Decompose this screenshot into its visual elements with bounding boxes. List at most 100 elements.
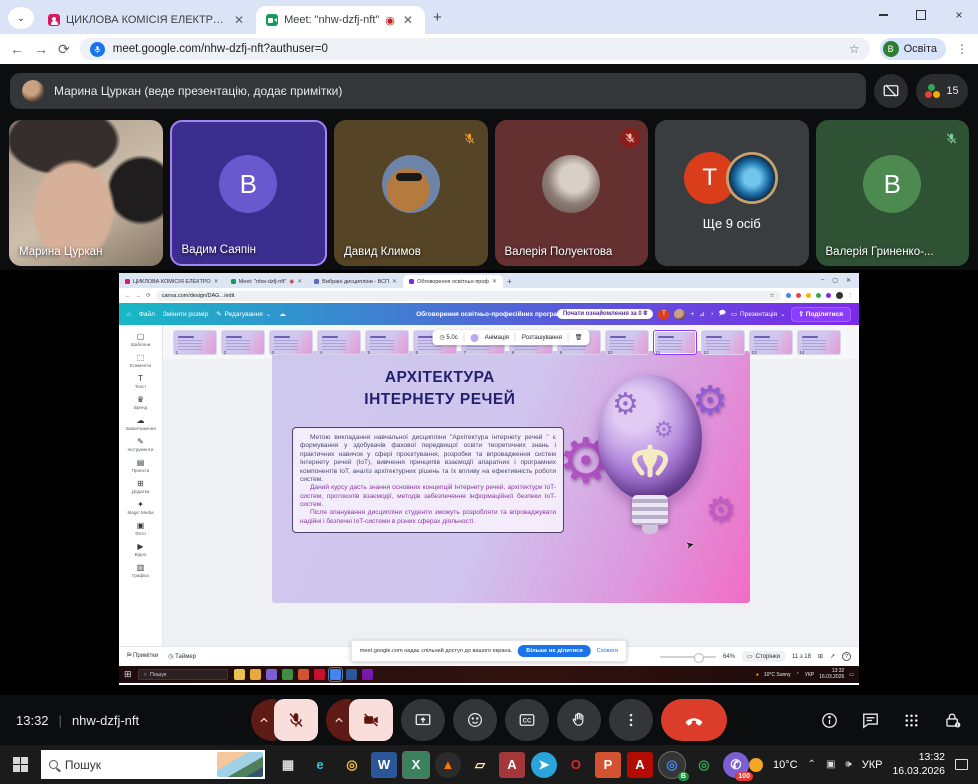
color-swatch[interactable]	[471, 334, 479, 342]
bookmark-star-icon[interactable]: ☆	[849, 42, 860, 56]
taskbar-search-input[interactable]: Пошук	[41, 750, 265, 779]
filmstrip-thumb-5[interactable]: 5	[365, 330, 409, 355]
display-icon[interactable]: ▣	[826, 759, 835, 770]
taskbar-clock[interactable]: 13:3216.03.2026	[892, 751, 945, 777]
extension-icon[interactable]	[786, 293, 791, 298]
inner-taskbar-app-onenote[interactable]	[362, 669, 373, 680]
canva-sidebar-item-0[interactable]: ▢Шаблони	[119, 329, 162, 349]
help-icon[interactable]: ?	[842, 652, 851, 661]
window-close-button[interactable]: ×	[940, 0, 978, 30]
filmstrip-thumb-2[interactable]: 2	[221, 330, 265, 355]
delete-icon[interactable]: 🗑	[575, 334, 583, 341]
filmstrip-thumb-14[interactable]: 14	[797, 330, 841, 355]
inner-forward-icon[interactable]: →	[136, 293, 142, 299]
canva-menu-editing[interactable]: ✎ Редагування ⌄	[216, 310, 271, 318]
comments-icon[interactable]: 🗩	[719, 309, 726, 320]
position-button[interactable]: Розташування	[522, 335, 562, 341]
canva-sidebar-item-5[interactable]: ✎Інструменти	[119, 434, 162, 454]
filmstrip-thumb-13[interactable]: 13	[749, 330, 793, 355]
taskbar-app-avast[interactable]: ▲	[435, 752, 461, 778]
duration-control[interactable]: ◷ 5.0с	[440, 334, 458, 341]
notification-center-icon[interactable]	[955, 759, 968, 770]
profile-chip[interactable]: B Освіта	[880, 38, 946, 60]
inner-back-icon[interactable]: ←	[125, 293, 131, 299]
inner-taskbar-app-word[interactable]	[346, 669, 357, 680]
taskbar-app-viber[interactable]: ✆100	[723, 752, 749, 778]
tile-davyd[interactable]: Давид Климов	[334, 120, 488, 266]
window-maximize-button[interactable]	[902, 0, 940, 30]
inner-taskbar-app-chrome[interactable]	[330, 669, 341, 680]
inner-taskbar-app-photos[interactable]	[250, 669, 261, 680]
mic-permission-icon[interactable]	[90, 42, 105, 57]
extension-icon[interactable]	[806, 293, 811, 298]
inner-tab-1[interactable]: ЦИКЛОВА КОМІСІЯ ЕЛЕКТРО✕	[119, 275, 225, 288]
notes-button[interactable]: ⛿ Примітки	[127, 653, 158, 660]
canva-sidebar-item-6[interactable]: ▤Проєкти	[119, 455, 162, 475]
reactions-button[interactable]	[453, 699, 497, 741]
browser-tab-2-active[interactable]: Meet: "nhw-dzfj-nft" ◉ ✕	[256, 6, 425, 34]
stop-presentation-button[interactable]	[874, 74, 908, 108]
canva-sidebar-item-11[interactable]: ▥Графіка	[119, 560, 162, 580]
inner-new-tab-button[interactable]: +	[507, 277, 512, 286]
filmstrip-thumb-12[interactable]: 12	[701, 330, 745, 355]
filmstrip-thumb-10[interactable]: 10	[605, 330, 649, 355]
pages-button[interactable]: ▭ Сторінки	[742, 651, 785, 662]
browser-tab-1[interactable]: ЦИКЛОВА КОМІСІЯ ЕЛЕКТРОН ✕	[38, 6, 256, 34]
start-button[interactable]	[0, 745, 41, 784]
canva-sidebar-item-9[interactable]: ▣Фото	[119, 518, 162, 538]
canva-sidebar-item-8[interactable]: ✦Magic Media	[119, 497, 162, 517]
volume-icon[interactable]: 🕪	[845, 759, 851, 770]
inner-bookmark-star-icon[interactable]: ☆	[770, 293, 775, 299]
inner-tab-3[interactable]: Вибрані дисципліни - ВСП✕	[308, 275, 403, 288]
tile-valeriia-h[interactable]: В Валерія Гриненко-...	[816, 120, 970, 266]
inner-start-icon[interactable]: ⊞	[124, 669, 132, 680]
taskbar-app-edge[interactable]: e	[307, 752, 333, 778]
present-button[interactable]	[401, 699, 445, 741]
taskbar-app-powerpoint[interactable]: P	[595, 752, 621, 778]
chat-icon[interactable]	[861, 711, 880, 730]
mic-options-chevron[interactable]	[251, 699, 276, 741]
back-icon[interactable]: ←	[10, 41, 24, 57]
inner-taskbar-app-viber[interactable]	[266, 669, 277, 680]
reload-icon[interactable]: ⟳	[58, 41, 70, 58]
captions-button[interactable]	[505, 699, 549, 741]
taskbar-app-task-view[interactable]: ▦	[275, 752, 301, 778]
canva-sidebar-item-7[interactable]: ⊞Додатки	[119, 476, 162, 496]
canva-menu-resize[interactable]: Змінити розмір	[163, 311, 208, 318]
language-indicator[interactable]: УКР	[862, 759, 883, 771]
canva-home-icon[interactable]: ⌂	[127, 311, 131, 318]
filmstrip-thumb-1[interactable]: 1	[173, 330, 217, 355]
inner-taskbar-app-explorer[interactable]	[234, 669, 245, 680]
browser-menu-icon[interactable]: ⋮	[956, 42, 968, 56]
inner-search-input[interactable]: ○ Пошук	[138, 669, 228, 680]
canva-sidebar-item-4[interactable]: ☁Завантаження	[119, 413, 162, 433]
more-options-button[interactable]	[609, 699, 653, 741]
slide[interactable]: АРХІТЕКТУРА ІНТЕРНЕТУ РЕЧЕЙ Метою виклад…	[272, 351, 750, 603]
raise-hand-button[interactable]	[557, 699, 601, 741]
taskbar-app-word[interactable]: W	[371, 752, 397, 778]
canva-trial-button[interactable]: Почати ознайомлення за 0 ₴	[557, 309, 654, 319]
address-input[interactable]: meet.google.com/nhw-dzfj-nft?authuser=0 …	[80, 38, 870, 60]
forward-icon[interactable]: →	[34, 41, 48, 57]
canva-menu-file[interactable]: Файл	[139, 311, 155, 318]
canva-sidebar-item-10[interactable]: ▶Відео	[119, 539, 162, 559]
new-tab-button[interactable]: +	[433, 9, 442, 26]
window-minimize-button[interactable]	[864, 0, 902, 30]
hide-notice-button[interactable]: Сховати	[597, 648, 618, 654]
tab2-close-icon[interactable]: ✕	[401, 13, 415, 27]
mic-toggle-button[interactable]	[274, 699, 318, 741]
weather-icon[interactable]	[749, 758, 763, 772]
inner-profile-avatar[interactable]	[836, 292, 843, 299]
canva-sidebar-item-2[interactable]: TТекст	[119, 371, 162, 391]
canva-share-button[interactable]: ⇪ Поділитися	[791, 307, 851, 322]
inner-tab-4-active[interactable]: Обговорення освітньо-проф✕	[403, 275, 503, 288]
extension-icon[interactable]	[816, 293, 821, 298]
zoom-slider[interactable]	[660, 656, 716, 658]
filmstrip-thumb-4[interactable]: 4	[317, 330, 361, 355]
insights-icon[interactable]: ⊿	[699, 310, 704, 318]
inner-taskbar-app-powerpoint[interactable]	[298, 669, 309, 680]
canva-sidebar-item-3[interactable]: ♛Бренд	[119, 392, 162, 412]
extension-icon[interactable]	[796, 293, 801, 298]
inner-address-input[interactable]: canva.com/design/DAG.../edit ☆	[156, 291, 781, 301]
taskbar-app-telegram[interactable]: ➤	[531, 752, 557, 778]
